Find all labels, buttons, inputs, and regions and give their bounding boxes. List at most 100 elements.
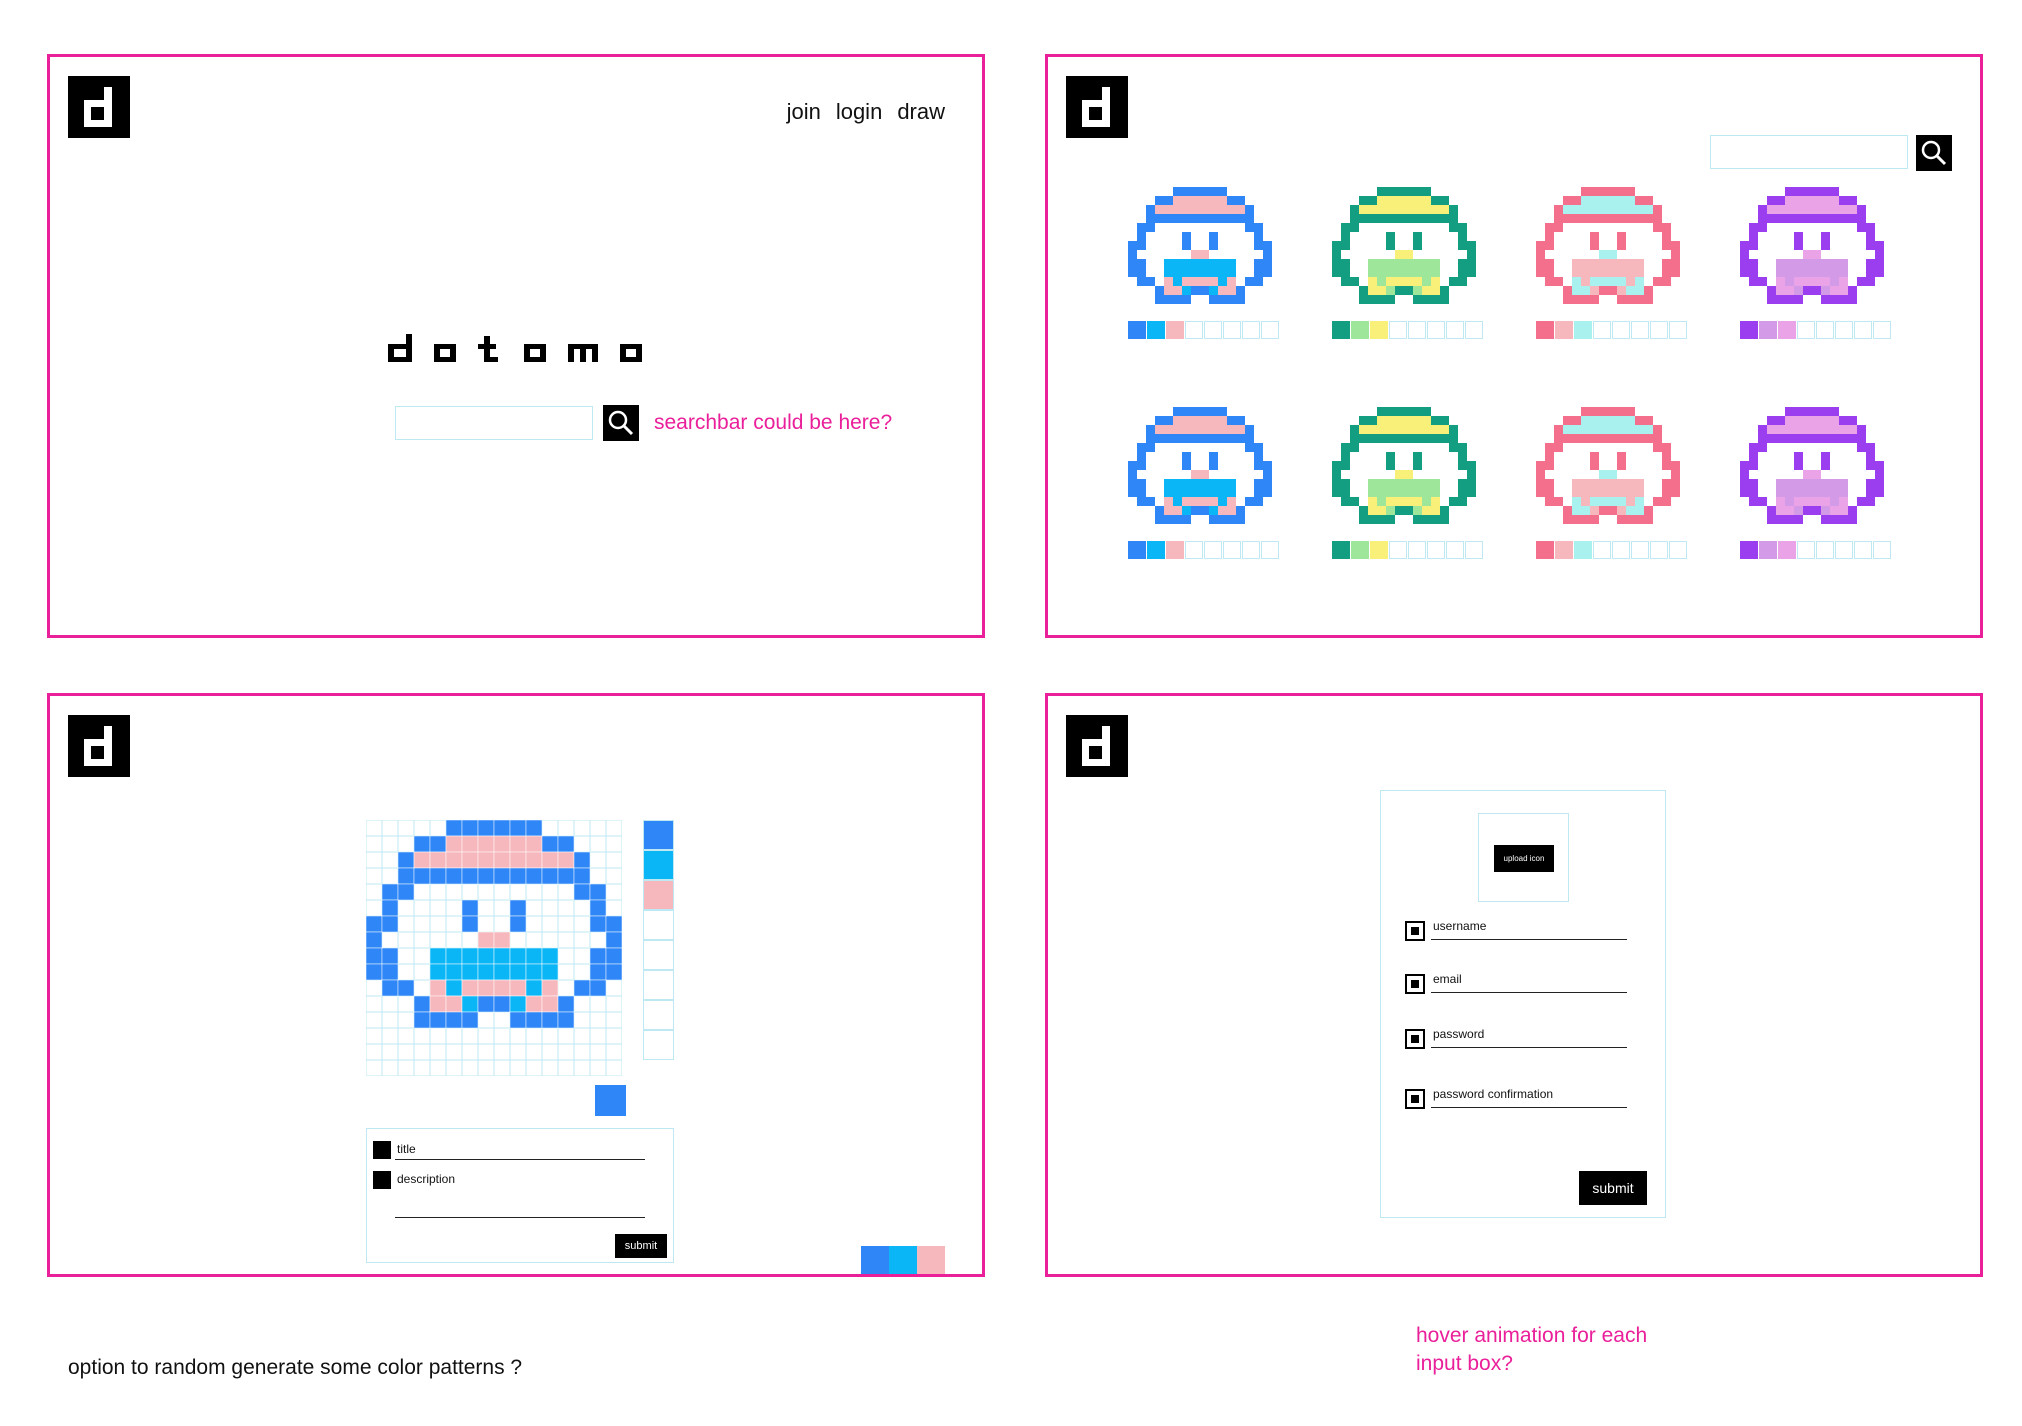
gallery-card[interactable] bbox=[1740, 407, 1892, 559]
palette-swatch bbox=[1835, 321, 1853, 339]
palette-swatch bbox=[1593, 541, 1611, 559]
palette-swatch bbox=[1778, 321, 1796, 339]
password-confirmation-field[interactable]: password confirmation bbox=[1405, 1087, 1635, 1111]
field-label: password confirmation bbox=[1433, 1087, 1554, 1101]
field-input-line[interactable] bbox=[1431, 1047, 1627, 1048]
editor-submit-button[interactable]: submit bbox=[615, 1234, 667, 1258]
gallery-panel bbox=[1045, 54, 1983, 638]
gallery-card[interactable] bbox=[1740, 187, 1892, 339]
gallery-card[interactable] bbox=[1332, 407, 1484, 559]
palette-slot[interactable] bbox=[643, 880, 674, 910]
editor-panel: title description submit bbox=[47, 693, 985, 1277]
description-label: description bbox=[397, 1172, 456, 1186]
signup-submit-button[interactable]: submit bbox=[1579, 1171, 1647, 1205]
gallery-card[interactable] bbox=[1128, 187, 1280, 339]
random-swatch[interactable] bbox=[861, 1246, 889, 1274]
gallery-card[interactable] bbox=[1332, 187, 1484, 339]
dotomo-logo-icon[interactable] bbox=[1066, 76, 1128, 138]
palette-swatch bbox=[1242, 321, 1260, 339]
palette-swatch bbox=[1873, 541, 1891, 559]
palette-swatch-row bbox=[1128, 321, 1280, 339]
palette-swatch bbox=[1408, 541, 1426, 559]
pixel-sprite-thumbnail bbox=[1740, 407, 1884, 524]
random-palette-swatches[interactable] bbox=[861, 1246, 945, 1274]
palette-swatch bbox=[1835, 541, 1853, 559]
title-input-line[interactable] bbox=[395, 1159, 645, 1160]
palette-slot[interactable] bbox=[643, 850, 674, 880]
landing-panel: join login draw searchbar could be here? bbox=[47, 54, 985, 638]
field-input-line[interactable] bbox=[1431, 1107, 1627, 1108]
palette-swatch bbox=[1204, 541, 1222, 559]
random-swatch[interactable] bbox=[889, 1246, 917, 1274]
palette-swatch bbox=[1759, 541, 1777, 559]
field-label: username bbox=[1433, 919, 1487, 933]
palette-slot[interactable] bbox=[643, 1000, 674, 1030]
gallery-card[interactable] bbox=[1536, 187, 1688, 339]
upload-icon-button[interactable]: upload icon bbox=[1494, 845, 1554, 872]
dotomo-logo-icon[interactable] bbox=[68, 715, 130, 777]
palette-swatch bbox=[1873, 321, 1891, 339]
palette-swatch-row bbox=[1332, 541, 1484, 559]
dotomo-logo-icon[interactable] bbox=[68, 76, 130, 138]
palette-swatch bbox=[1465, 321, 1483, 339]
pixel-sprite-thumbnail bbox=[1128, 407, 1272, 524]
palette-swatch bbox=[1261, 541, 1279, 559]
palette-swatch bbox=[1612, 541, 1630, 559]
palette-swatch bbox=[1612, 321, 1630, 339]
email-field[interactable]: email bbox=[1405, 972, 1635, 996]
field-input-line[interactable] bbox=[1431, 992, 1627, 993]
pixel-sprite-thumbnail bbox=[1332, 187, 1476, 304]
user-icon bbox=[1405, 921, 1425, 941]
username-field[interactable]: username bbox=[1405, 919, 1635, 943]
palette-swatch bbox=[1446, 321, 1464, 339]
palette-swatch bbox=[1223, 541, 1241, 559]
palette-swatch bbox=[1128, 541, 1146, 559]
random-swatch[interactable] bbox=[917, 1246, 945, 1274]
palette-swatch-row bbox=[1536, 541, 1688, 559]
nav-login-link[interactable]: login bbox=[836, 99, 882, 125]
palette-swatch bbox=[1631, 541, 1649, 559]
palette-slot[interactable] bbox=[643, 910, 674, 940]
palette-swatch bbox=[1669, 541, 1687, 559]
palette-slot[interactable] bbox=[643, 1030, 674, 1060]
palette-swatch bbox=[1854, 321, 1872, 339]
upload-icon-frame: upload icon bbox=[1478, 813, 1569, 902]
palette-swatch bbox=[1370, 321, 1388, 339]
palette-slot[interactable] bbox=[643, 970, 674, 1000]
random-pattern-note: option to random generate some color pat… bbox=[68, 1356, 523, 1379]
palette-swatch bbox=[1389, 541, 1407, 559]
pixel-canvas[interactable] bbox=[366, 820, 622, 1076]
gallery-card[interactable] bbox=[1536, 407, 1688, 559]
palette-swatch bbox=[1574, 541, 1592, 559]
palette-swatch bbox=[1185, 321, 1203, 339]
dotomo-logo-icon[interactable] bbox=[1066, 715, 1128, 777]
password-field[interactable]: password bbox=[1405, 1027, 1635, 1051]
palette-swatch bbox=[1536, 541, 1554, 559]
signup-panel: upload icon username email password passwor… bbox=[1045, 693, 1983, 1277]
palette-swatch bbox=[1854, 541, 1872, 559]
palette-swatch bbox=[1778, 541, 1796, 559]
nav-draw-link[interactable]: draw bbox=[897, 99, 945, 125]
palette-swatch bbox=[1650, 321, 1668, 339]
pixel-sprite-thumbnail bbox=[1536, 407, 1680, 524]
palette-swatch bbox=[1574, 321, 1592, 339]
palette-slot[interactable] bbox=[643, 940, 674, 970]
current-color-swatch[interactable] bbox=[595, 1085, 626, 1116]
palette-swatch bbox=[1261, 321, 1279, 339]
description-input-line[interactable] bbox=[395, 1217, 645, 1218]
field-input-line[interactable] bbox=[1431, 939, 1627, 940]
palette-swatch bbox=[1593, 321, 1611, 339]
gallery-search-input[interactable] bbox=[1710, 135, 1908, 169]
palette-slot[interactable] bbox=[643, 820, 674, 850]
palette-swatch bbox=[1446, 541, 1464, 559]
gallery-card[interactable] bbox=[1128, 407, 1280, 559]
description-icon bbox=[373, 1171, 391, 1189]
landing-search-button[interactable] bbox=[603, 405, 639, 441]
palette-swatch bbox=[1797, 541, 1815, 559]
nav-join-link[interactable]: join bbox=[787, 99, 821, 125]
title-icon bbox=[373, 1141, 391, 1159]
gallery-search-button[interactable] bbox=[1916, 135, 1952, 171]
landing-search-input[interactable] bbox=[395, 406, 593, 440]
palette-swatch bbox=[1332, 321, 1350, 339]
palette-swatch bbox=[1631, 321, 1649, 339]
